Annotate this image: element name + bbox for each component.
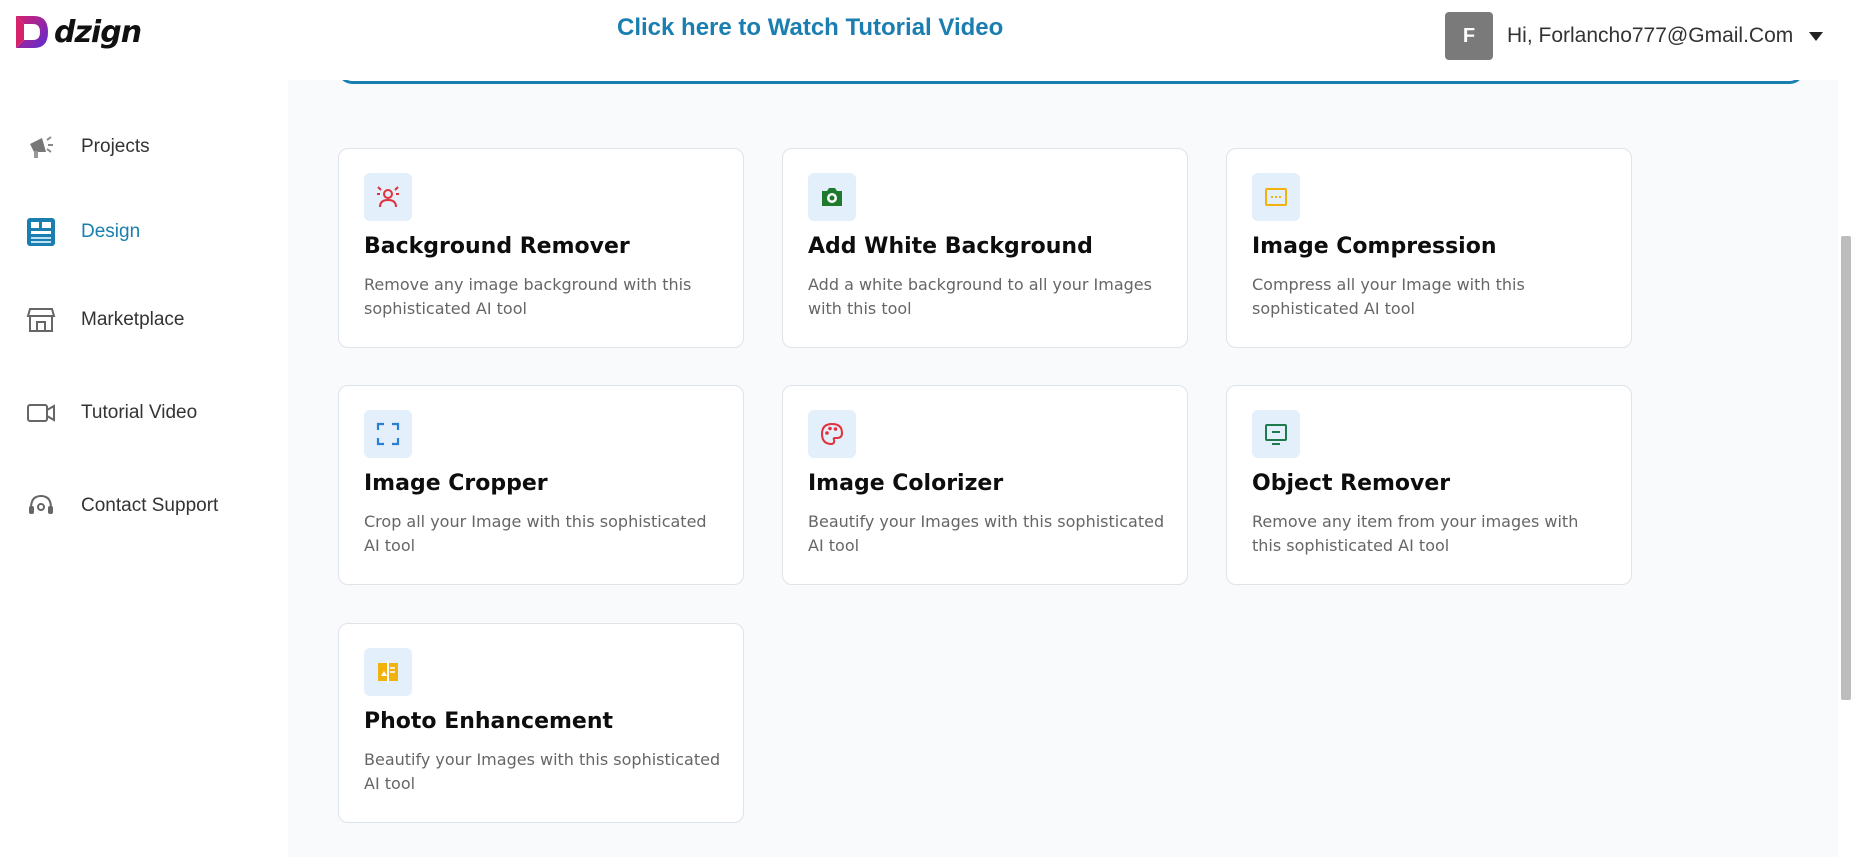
tool-card-photo-enhancement[interactable]: Photo Enhancement Beautify your Images w… xyxy=(338,623,744,823)
compress-icon xyxy=(1252,173,1300,221)
sidebar-item-design[interactable]: Design xyxy=(26,217,140,247)
store-icon xyxy=(26,305,56,335)
tool-title: Image Cropper xyxy=(364,471,548,496)
person-remove-icon xyxy=(364,173,412,221)
chevron-down-icon[interactable] xyxy=(1809,31,1824,41)
tool-title: Background Remover xyxy=(364,234,630,259)
avatar[interactable]: F xyxy=(1445,12,1493,60)
sidebar-item-contact-support[interactable]: Contact Support xyxy=(26,491,218,521)
tool-card-image-cropper[interactable]: Image Cropper Crop all your Image with t… xyxy=(338,385,744,585)
tool-description: Crop all your Image with this sophistica… xyxy=(364,512,707,555)
tool-title: Photo Enhancement xyxy=(364,709,614,734)
camera-icon xyxy=(808,173,856,221)
tool-title: Object Remover xyxy=(1252,471,1451,496)
tool-description: Add a white background to all your Image… xyxy=(808,275,1152,318)
headset-icon xyxy=(26,491,56,521)
tool-card-add-white-background[interactable]: Add White Background Add a white backgro… xyxy=(782,148,1188,348)
top-bar: dzign Click here to Watch Tutorial Video… xyxy=(0,0,1853,80)
sidebar-item-label: Design xyxy=(81,221,141,242)
tools-grid: Background Remover Remove any image back… xyxy=(288,80,1838,857)
sidebar-item-label: Marketplace xyxy=(81,309,185,330)
tutorial-video-link[interactable]: Click here to Watch Tutorial Video xyxy=(617,14,1003,42)
tool-card-background-remover[interactable]: Background Remover Remove any image back… xyxy=(338,148,744,348)
tool-description: Compress all your Image with this sophis… xyxy=(1252,275,1525,318)
design-icon xyxy=(26,217,56,247)
crop-icon xyxy=(364,410,412,458)
enhance-icon xyxy=(364,648,412,696)
logo-text: dzign xyxy=(54,14,142,50)
sidebar-item-projects[interactable]: Projects xyxy=(26,132,150,162)
scrollbar-thumb[interactable] xyxy=(1841,236,1851,700)
tool-description: Remove any item from your images with th… xyxy=(1252,512,1579,555)
brand-logo[interactable]: dzign xyxy=(12,12,142,52)
tool-title: Add White Background xyxy=(808,234,1093,259)
user-greeting[interactable]: Hi, Forlancho777@Gmail.Com xyxy=(1507,24,1793,48)
megaphone-icon xyxy=(26,132,56,162)
video-camera-icon xyxy=(26,398,56,428)
tool-card-image-compression[interactable]: Image Compression Compress all your Imag… xyxy=(1226,148,1632,348)
tool-card-image-colorizer[interactable]: Image Colorizer Beautify your Images wit… xyxy=(782,385,1188,585)
tool-card-object-remover[interactable]: Object Remover Remove any item from your… xyxy=(1226,385,1632,585)
tool-title: Image Compression xyxy=(1252,234,1497,259)
sidebar-item-marketplace[interactable]: Marketplace xyxy=(26,305,185,335)
monitor-icon xyxy=(1252,410,1300,458)
sidebar: Projects Design Marketplace Tutorial Vid… xyxy=(0,80,288,857)
tool-title: Image Colorizer xyxy=(808,471,1004,496)
sidebar-item-label: Tutorial Video xyxy=(81,402,198,423)
tool-description: Beautify your Images with this sophistic… xyxy=(808,512,1165,555)
palette-icon xyxy=(808,410,856,458)
user-menu[interactable]: F Hi, Forlancho777@Gmail.Com xyxy=(1445,12,1824,60)
tool-description: Remove any image background with this so… xyxy=(364,275,692,318)
tool-description: Beautify your Images with this sophistic… xyxy=(364,750,721,793)
logo-mark-icon xyxy=(16,16,48,48)
sidebar-item-label: Projects xyxy=(81,136,150,157)
sidebar-item-label: Contact Support xyxy=(81,495,219,516)
sidebar-item-tutorial-video[interactable]: Tutorial Video xyxy=(26,398,197,428)
